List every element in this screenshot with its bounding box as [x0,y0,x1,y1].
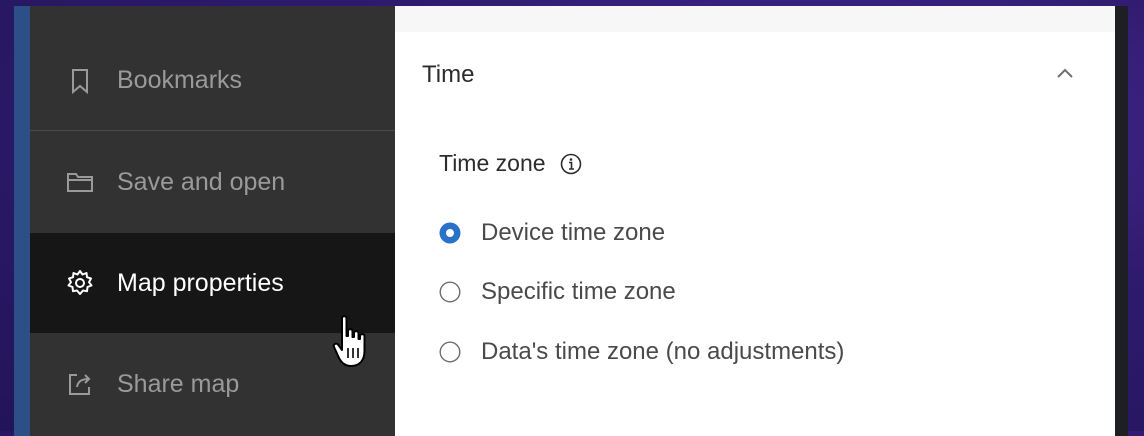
radio-option-device-time-zone[interactable]: Device time zone [439,219,665,247]
time-panel: Time Time zone Device time zone Specific… [395,32,1115,436]
time-panel-header[interactable]: Time [395,32,1115,118]
radio-option-label: Data's time zone (no adjustments) [481,338,845,365]
radio-option-specific-time-zone[interactable]: Specific time zone [439,278,676,306]
bookmark-icon [65,66,95,96]
info-icon[interactable] [560,153,582,175]
radio-unselected-icon[interactable] [439,281,461,303]
pointer-hand-cursor-icon [331,314,371,375]
gear-icon [65,268,95,298]
app-window: Bookmarks Save and open Map properties S… [14,6,1128,436]
sidebar: Bookmarks Save and open Map properties S… [30,6,395,436]
sidebar-item-label: Share map [117,369,240,398]
folder-icon [65,167,95,197]
radio-option-label: Specific time zone [481,278,676,305]
left-edge-strip [14,6,30,436]
sidebar-item-label: Map properties [117,268,284,297]
time-zone-label: Time zone [439,150,582,177]
sidebar-item-save-and-open[interactable]: Save and open [30,132,395,232]
section-label-text: Time zone [439,150,546,176]
radio-unselected-icon[interactable] [439,341,461,363]
share-icon [65,369,95,399]
main-panel-area: Time Time zone Device time zone Specific… [395,6,1115,436]
sidebar-item-label: Bookmarks [117,66,243,94]
radio-option-datas-time-zone[interactable]: Data's time zone (no adjustments) [439,338,844,366]
sidebar-item-label: Save and open [117,167,286,196]
radio-option-label: Device time zone [481,219,666,246]
sidebar-item-bookmarks[interactable]: Bookmarks [30,31,395,131]
chevron-up-icon[interactable] [1055,66,1075,84]
radio-selected-icon[interactable] [439,222,461,244]
panel-title: Time [422,61,475,88]
